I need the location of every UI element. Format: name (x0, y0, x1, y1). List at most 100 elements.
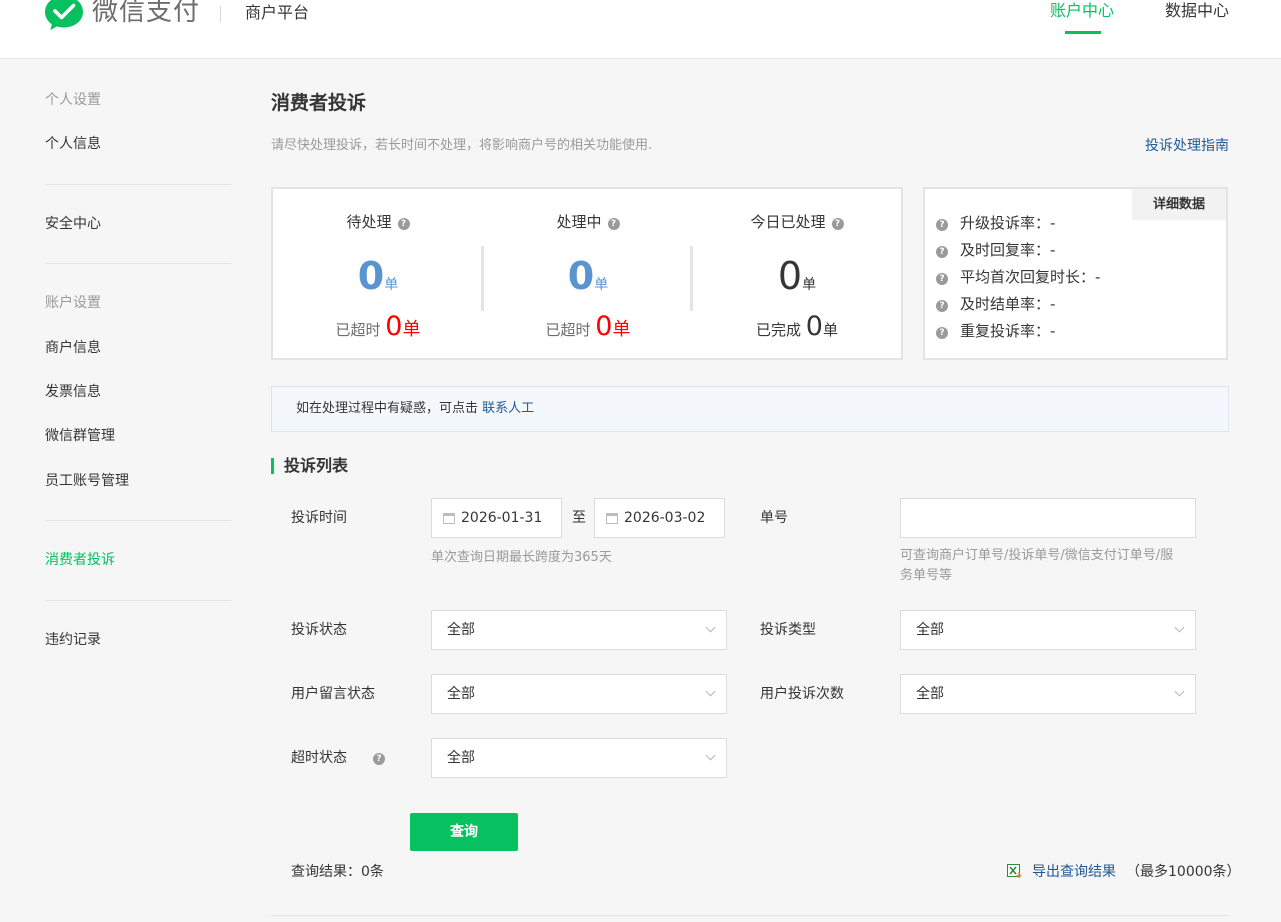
sidebar-item-invoice-info[interactable]: 发票信息 (45, 382, 101, 402)
order-number-hint-line2: 务单号等 (900, 568, 953, 583)
sidebar-group-account: 账户设置 (45, 295, 101, 311)
excel-export-icon[interactable] (1007, 864, 1023, 878)
user-message-status-value: 全部 (447, 686, 475, 702)
user-message-status-select[interactable]: 全部 (431, 674, 727, 714)
detail-metrics-panel: 详细数据 ? 升级投诉率：- ? 及时回复率：- ? 平均首次回复时长：- ? 及时结单… (923, 187, 1228, 360)
help-icon[interactable]: ? (373, 753, 385, 765)
wechat-pay-logo[interactable] (44, 0, 84, 32)
complaint-time-label: 投诉时间 (291, 510, 347, 526)
metric-label: 及时结单率： (960, 295, 1051, 313)
metric-value: - (1050, 241, 1056, 259)
query-result-count: 查询结果：0条 (291, 864, 384, 880)
order-number-input[interactable] (900, 498, 1196, 538)
stat-today-done: 今日已处理? 0单 已完成 0单 (692, 189, 902, 358)
complaint-status-label: 投诉状态 (291, 622, 347, 638)
help-icon[interactable]: ? (936, 219, 948, 231)
user-complaint-count-select[interactable]: 全部 (900, 674, 1196, 714)
help-icon[interactable]: ? (936, 246, 948, 258)
help-notice: 如在处理过程中有疑惑，可点击 联系人工 (271, 386, 1229, 432)
query-button[interactable]: 查询 (410, 813, 518, 851)
metric-value: - (1050, 295, 1056, 313)
metric-label: 及时回复率： (960, 241, 1051, 259)
export-limit-note: （最多10000条） (1126, 864, 1241, 880)
help-icon[interactable]: ? (936, 300, 948, 312)
detail-data-tab[interactable]: 详细数据 (1132, 189, 1226, 220)
stat-pending-overdue-value: 0 (385, 311, 403, 342)
timeout-status-value: 全部 (447, 750, 475, 766)
order-number-label: 单号 (760, 510, 788, 526)
chevron-down-icon (1174, 686, 1185, 697)
stat-unit: 单 (402, 319, 421, 340)
help-icon[interactable]: ? (936, 327, 948, 339)
metric-row: ? 及时回复率：- (936, 240, 1055, 260)
metric-label: 升级投诉率： (960, 214, 1051, 232)
chevron-down-icon (705, 750, 716, 761)
complaint-guide-link[interactable]: 投诉处理指南 (1145, 136, 1229, 156)
sidebar-item-personal-info[interactable]: 个人信息 (45, 134, 101, 154)
help-icon[interactable]: ? (831, 218, 844, 230)
chevron-down-icon (705, 686, 716, 697)
sidebar-divider (45, 263, 231, 264)
export-area: 导出查询结果 （最多10000条） (1007, 862, 1241, 882)
chevron-down-icon (1174, 622, 1185, 633)
sidebar-divider (45, 600, 231, 601)
sidebar-item-merchant-info[interactable]: 商户信息 (45, 338, 101, 358)
nav-active-indicator (1065, 31, 1101, 34)
metric-row: ? 及时结单率：- (936, 294, 1055, 314)
stat-pending-sub-label: 已超时 (335, 321, 381, 339)
date-from-value: 2026-01-31 (461, 510, 543, 526)
timeout-status-label-text: 超时状态 (291, 750, 347, 766)
export-results-link[interactable]: 导出查询结果 (1032, 864, 1116, 880)
calendar-icon (606, 513, 618, 524)
complaint-stats-panel: 待处理? 0单 已超时 0单 处理中? 0单 已超时 0单 今日已处理? 0单 … (271, 187, 903, 360)
user-message-status-label: 用户留言状态 (291, 686, 375, 702)
date-from-input[interactable]: 2026-01-31 (431, 498, 562, 538)
stat-processing-value: 0 (567, 254, 595, 298)
metric-row: ? 升级投诉率：- (936, 213, 1055, 233)
help-icon[interactable]: ? (936, 273, 948, 285)
sidebar-item-security-center[interactable]: 安全中心 (45, 214, 101, 234)
timeout-status-select[interactable]: 全部 (431, 738, 727, 778)
date-range-separator: 至 (572, 510, 586, 526)
user-complaint-count-label: 用户投诉次数 (760, 686, 844, 702)
sidebar-item-violation-records[interactable]: 违约记录 (45, 630, 101, 650)
date-range-hint: 单次查询日期最长跨度为365天 (431, 550, 612, 565)
stat-unit: 单 (802, 277, 817, 293)
page-title: 消费者投诉 (271, 92, 367, 114)
complaint-type-value: 全部 (916, 622, 944, 638)
metric-label: 重复投诉率： (960, 322, 1051, 340)
stat-processing-overdue-value: 0 (595, 311, 613, 342)
stat-pending-value: 0 (357, 254, 385, 298)
sidebar-divider (45, 184, 231, 185)
stat-today-title: 今日已处理 (750, 213, 826, 231)
metric-value: - (1050, 214, 1056, 232)
complaint-status-select[interactable]: 全部 (431, 610, 727, 650)
stat-processing-title: 处理中 (556, 213, 602, 231)
nav-account-center[interactable]: 账户中心 (1050, 0, 1114, 22)
stat-unit: 单 (612, 319, 631, 340)
notice-text: 如在处理过程中有疑惑，可点击 (296, 401, 483, 416)
contact-support-link[interactable]: 联系人工 (482, 401, 534, 416)
stat-today-value: 0 (777, 254, 803, 298)
order-number-hint-line1: 可查询商户订单号/投诉单号/微信支付订单号/服 (900, 548, 1174, 563)
date-to-value: 2026-03-02 (624, 510, 706, 526)
brand-name[interactable]: 微信支付 (92, 0, 200, 30)
metric-row: ? 重复投诉率：- (936, 321, 1055, 341)
help-icon[interactable]: ? (607, 218, 620, 230)
header-divider (220, 6, 221, 22)
nav-data-center[interactable]: 数据中心 (1165, 0, 1229, 22)
complaint-type-label: 投诉类型 (760, 622, 816, 638)
user-complaint-count-value: 全部 (916, 686, 944, 702)
metric-row: ? 平均首次回复时长：- (936, 267, 1100, 287)
metric-label: 平均首次回复时长： (960, 268, 1096, 286)
sidebar-item-consumer-complaints[interactable]: 消费者投诉 (45, 550, 115, 570)
sidebar-item-wechat-group[interactable]: 微信群管理 (45, 426, 115, 446)
timeout-status-label: 超时状态? (291, 748, 385, 768)
date-to-input[interactable]: 2026-03-02 (594, 498, 725, 538)
stat-processing: 处理中? 0单 已超时 0单 (483, 189, 693, 358)
metric-value: - (1095, 268, 1101, 286)
platform-name: 商户平台 (245, 3, 310, 22)
sidebar-item-staff-account[interactable]: 员工账号管理 (45, 471, 129, 491)
help-icon[interactable]: ? (397, 218, 410, 230)
complaint-type-select[interactable]: 全部 (900, 610, 1196, 650)
